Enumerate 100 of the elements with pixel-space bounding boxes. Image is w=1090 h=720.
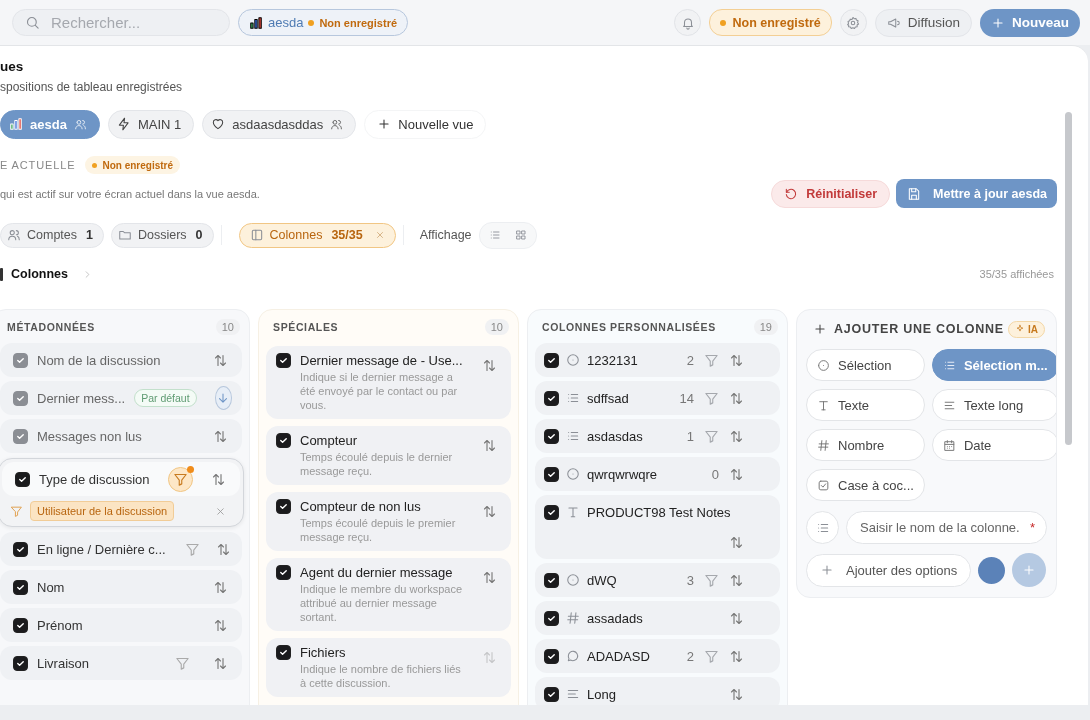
notifications-button[interactable]	[674, 9, 702, 36]
column-item[interactable]: Compteur Temps écoulé depuis le dernier message reçu.	[266, 426, 511, 485]
view-tab[interactable]: asdaasdasddas	[202, 109, 357, 139]
checkbox[interactable]	[544, 572, 559, 588]
default-badge: Par défaut	[134, 389, 197, 407]
column-name: Dernier message de - Use...	[300, 352, 464, 369]
checkbox[interactable]	[13, 655, 28, 671]
column-type-button[interactable]: Case à coc...	[806, 469, 925, 501]
scrollbar[interactable]	[1065, 112, 1072, 445]
column-name: sdffsad	[587, 389, 629, 408]
column-name: assadads	[587, 609, 643, 628]
page-title: ues	[0, 58, 25, 76]
column-type-button[interactable]: Sélection	[806, 349, 925, 381]
reset-button[interactable]: Réinitialiser	[771, 179, 891, 208]
column-name: qwrqwrwqre	[587, 465, 658, 484]
column-item[interactable]: Nom	[0, 570, 242, 604]
search-field[interactable]: Rechercher...	[12, 9, 230, 36]
view-tab[interactable]: MAIN 1	[107, 109, 195, 139]
checkbox[interactable]	[544, 504, 559, 520]
column-item[interactable]: dWQ 3	[535, 563, 780, 597]
column-item[interactable]: Livraison	[0, 646, 242, 680]
group-title: AJOUTER UNE COLONNE	[834, 322, 1004, 336]
checkbox[interactable]	[276, 499, 291, 514]
display-label: Affichage	[419, 228, 472, 242]
view-chip[interactable]: aesda Non enregistré	[238, 9, 409, 36]
column-item[interactable]: ADADASD 2	[535, 639, 780, 673]
color-swatch[interactable]	[978, 556, 1006, 584]
column-item[interactable]: En ligne / Dernière c...	[0, 532, 242, 566]
option-count: 1	[686, 428, 694, 444]
checkbox[interactable]	[544, 428, 559, 444]
column-type-button[interactable]: Texte long	[931, 389, 1056, 421]
page-subtitle: spositions de tableau enregistrées	[0, 79, 184, 95]
reset-icon	[784, 186, 799, 201]
column-item[interactable]: Long	[535, 677, 780, 705]
column-item[interactable]: Agent du dernier message Indique le membre du workspace attribué au dernier message sortant.	[266, 558, 511, 631]
column-item[interactable]: Dernier message de - Use... Indique si le dernier message a été envoyé par le contact ou par vous.	[266, 346, 511, 419]
filter-value-chip: Utilisateur de la discussion	[30, 501, 175, 521]
checkbox[interactable]	[544, 686, 559, 702]
option-count: 0	[711, 466, 719, 482]
letter-t-icon	[817, 398, 830, 412]
breadcrumb-item[interactable]: Colonnes	[11, 267, 68, 281]
sort-icon	[215, 541, 231, 557]
column-item[interactable]: sdffsad 14	[535, 381, 780, 415]
sparkle-icon	[1015, 324, 1025, 334]
add-options-button[interactable]: Ajouter des options	[806, 553, 972, 587]
checkbox[interactable]	[13, 579, 28, 595]
list-icon	[488, 229, 501, 241]
sort-icon	[729, 352, 744, 368]
close-icon	[215, 505, 226, 517]
column-type-button[interactable]: Date	[931, 429, 1056, 461]
filter-button[interactable]	[168, 466, 193, 492]
checkbox[interactable]	[15, 471, 30, 487]
column-item[interactable]: Compteur de non lus Temps écoulé depuis le premier message reçu.	[266, 492, 511, 551]
column-item[interactable]: Fichiers Indique le nombre de fichiers liés à cette discussion.	[266, 638, 511, 697]
checkbox[interactable]	[544, 610, 559, 626]
column-item[interactable]: qwrqwrwqre 0	[535, 457, 780, 491]
column-type-button[interactable]: Texte	[806, 389, 925, 421]
sort-icon	[481, 570, 497, 585]
sort-icon	[729, 648, 744, 664]
sort-icon	[481, 650, 497, 665]
sort-icon	[212, 655, 228, 671]
column-item[interactable]: Prénom	[0, 608, 242, 642]
bar-chart-icon	[9, 117, 23, 131]
radio-circle-icon	[566, 467, 580, 481]
broadcast-button[interactable]: Diffusion	[874, 8, 972, 37]
checkbox[interactable]	[13, 617, 28, 633]
shown-count: 35/35 affichées	[979, 268, 1055, 280]
sort-icon	[481, 504, 497, 519]
column-item[interactable]: PRODUCT98 Test Notes	[535, 495, 780, 559]
settings-button[interactable]	[839, 9, 867, 36]
sort-icon	[481, 358, 497, 373]
checkbox[interactable]	[544, 390, 559, 406]
checkbox[interactable]	[276, 565, 291, 580]
checkbox[interactable]	[276, 645, 291, 660]
column-type-button[interactable]: Nombre	[806, 429, 925, 461]
column-item[interactable]: assadads	[535, 601, 780, 635]
new-view-button[interactable]: Nouvelle vue	[364, 109, 487, 139]
column-item[interactable]: 1232131 2	[535, 343, 780, 377]
sort-icon	[212, 352, 228, 368]
description-text: qui est actif sur votre écran actuel dans la vue aesda.	[0, 187, 260, 200]
grid-icon	[514, 229, 527, 241]
filter-chip[interactable]: Comptes 1	[0, 222, 104, 248]
checkbox[interactable]	[544, 352, 559, 368]
filter-chip[interactable]: Dossiers 0	[111, 222, 214, 248]
checkbox[interactable]	[13, 541, 28, 557]
count-badge: 10	[215, 319, 240, 335]
column-name: dWQ	[587, 571, 617, 590]
checkbox[interactable]	[544, 466, 559, 482]
column-name: 1232131	[587, 351, 638, 370]
filter-icon	[175, 655, 190, 671]
people-icon	[7, 228, 21, 242]
checkbox[interactable]	[544, 648, 559, 664]
column-name: PRODUCT98 Test Notes	[587, 503, 731, 522]
column-item[interactable]: asdasdas 1	[535, 419, 780, 453]
column-name: Nom	[37, 579, 65, 595]
checkbox[interactable]	[276, 433, 291, 448]
checkbox[interactable]	[276, 353, 291, 368]
group-title: MÉTADONNÉES	[7, 321, 95, 333]
group-title: COLONNES PERSONNALISÉES	[542, 321, 716, 333]
filter-chip[interactable]: Colonnes 35/35	[238, 222, 396, 248]
